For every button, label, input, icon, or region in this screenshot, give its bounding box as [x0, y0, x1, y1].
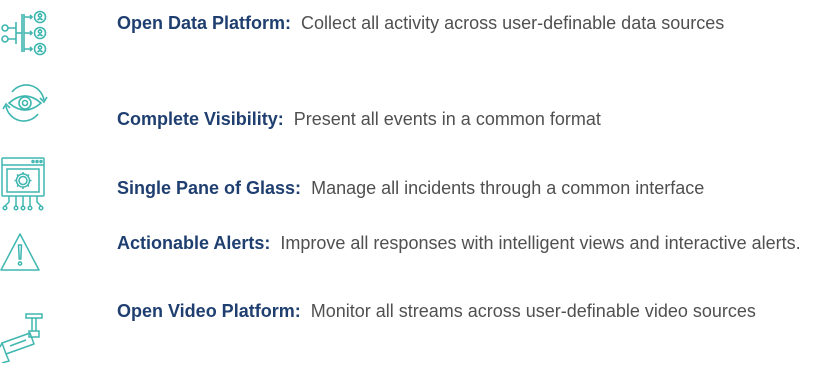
- feature-title: Single Pane of Glass:: [117, 178, 302, 198]
- feature-title: Open Data Platform:: [117, 13, 292, 33]
- feature-text: Complete Visibility: Present all events …: [117, 108, 817, 131]
- warning-triangle-icon: [0, 232, 40, 272]
- feature-description: Collect all activity across user-definab…: [301, 13, 725, 33]
- gear-window-icon: [0, 156, 46, 212]
- feature-description: Improve all responses with intelligent v…: [280, 233, 801, 253]
- feature-text: Single Pane of Glass: Manage all inciden…: [117, 177, 817, 200]
- feature-title: Actionable Alerts:: [117, 233, 271, 253]
- security-camera-icon: [0, 313, 44, 363]
- feature-description: Manage all incidents through a common in…: [311, 178, 705, 198]
- data-sources-icon: [0, 8, 50, 58]
- feature-title: Open Video Platform:: [117, 301, 301, 321]
- feature-description: Monitor all streams across user-definabl…: [310, 301, 756, 321]
- feature-description: Present all events in a common format: [293, 109, 601, 129]
- feature-title: Complete Visibility:: [117, 109, 284, 129]
- feature-text: Open Video Platform: Monitor all streams…: [117, 300, 817, 323]
- feature-text: Actionable Alerts: Improve all responses…: [117, 232, 817, 255]
- feature-text: Open Data Platform: Collect all activity…: [117, 12, 817, 35]
- eye-visibility-icon: [0, 78, 50, 128]
